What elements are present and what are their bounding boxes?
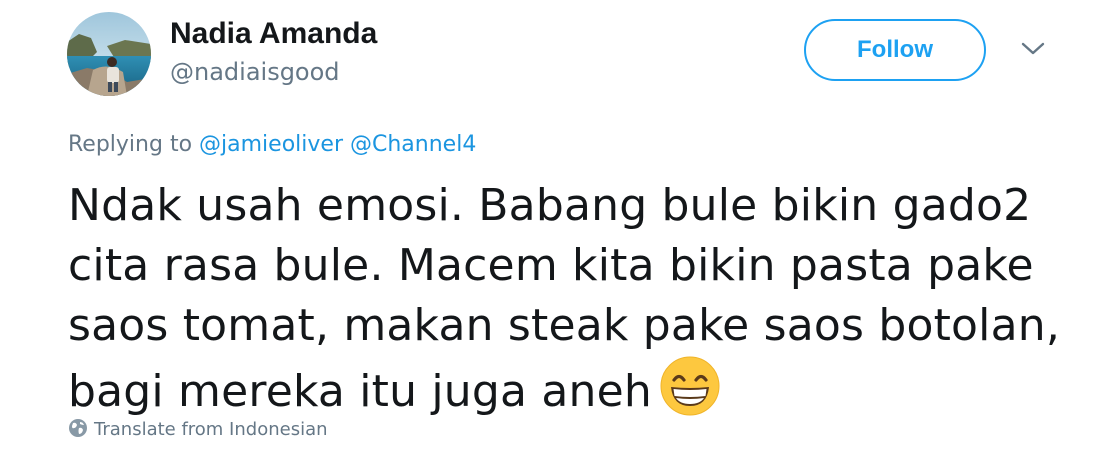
user-handle[interactable]: @nadiaisgood: [170, 56, 340, 88]
chevron-down-icon[interactable]: [1020, 40, 1046, 58]
tweet-text-line: cita rasa bule. Macem kita bikin pasta p…: [68, 240, 1034, 291]
translate-link[interactable]: Translate from Indonesian: [68, 418, 328, 442]
translate-label: Translate from Indonesian: [94, 419, 328, 440]
mention-link[interactable]: @jamieoliver: [199, 132, 343, 157]
replying-to: Replying to @jamieoliver @Channel4: [68, 130, 476, 160]
tweet-text-last: bagi mereka itu juga aneh: [68, 366, 652, 417]
replying-to-label: Replying to: [68, 132, 193, 157]
tweet-text-line: saos tomat, makan steak pake saos botola…: [68, 300, 1061, 351]
tweet-card: Nadia Amanda @nadiaisgood Follow Replyin…: [0, 0, 1113, 465]
tweet-text-line: Ndak usah emosi. Babang bule bikin gado2: [68, 180, 1032, 231]
globe-icon: [69, 419, 87, 437]
tweet-text-line-last: bagi mereka itu juga aneh: [68, 356, 1068, 422]
display-name[interactable]: Nadia Amanda: [170, 15, 377, 53]
mention-link[interactable]: @Channel4: [350, 132, 476, 157]
tweet-text: Ndak usah emosi. Babang bule bikin gado2…: [68, 176, 1068, 422]
grinning-face-emoji-icon: [660, 356, 720, 416]
profile-photo-icon: [67, 12, 151, 96]
follow-button[interactable]: Follow: [804, 19, 986, 81]
avatar[interactable]: [67, 12, 151, 96]
